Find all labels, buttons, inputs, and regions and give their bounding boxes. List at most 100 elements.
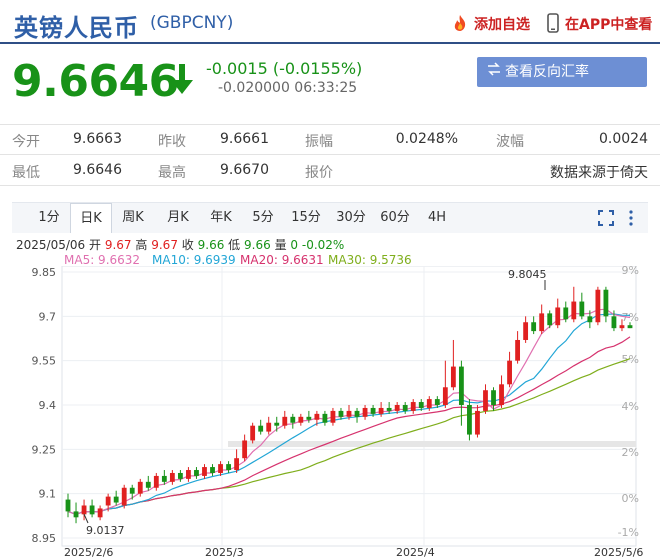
- y-tick-label: 9.85: [32, 266, 57, 279]
- reverse-rate-label: 查看反向汇率 CNYGBP: [487, 64, 589, 110]
- candle-body: [378, 407, 384, 414]
- candle-body: [354, 410, 360, 417]
- candle-body: [218, 464, 223, 473]
- flame-icon: [452, 14, 468, 36]
- reverse-rate-button[interactable]: 查看反向汇率 CNYGBP: [477, 57, 647, 110]
- candle-body: [65, 499, 71, 512]
- high-label: 高: [135, 238, 148, 252]
- tab-30min[interactable]: 30分: [330, 203, 372, 233]
- candle-body: [330, 410, 336, 423]
- add-watchlist-link[interactable]: 添加自选: [474, 14, 530, 34]
- candle-body: [73, 511, 79, 518]
- y-right-tick-label: 7%: [622, 311, 639, 324]
- y-right-tick-label: 2%: [622, 446, 639, 459]
- x-tick-label: 2025/2/6: [64, 546, 113, 559]
- candle-body: [402, 405, 408, 411]
- stat-label: 昨收: [158, 134, 186, 150]
- more-menu-icon[interactable]: [628, 209, 634, 231]
- candle-body: [450, 366, 456, 388]
- candle-body: [169, 472, 175, 482]
- y-tick-label: 9.7: [39, 310, 57, 323]
- current-price: 9.6646: [12, 56, 179, 107]
- candle-body: [186, 470, 191, 479]
- candle-body: [81, 505, 87, 515]
- stat-label: 报价: [305, 165, 333, 181]
- candle-body: [129, 487, 135, 494]
- candle-body: [89, 505, 95, 515]
- candle-body: [362, 407, 368, 417]
- ma30-legend: MA30: 9.5736: [328, 253, 412, 267]
- close-value: 9.66: [197, 238, 225, 252]
- min-pointer: [83, 513, 89, 524]
- candle-body: [282, 416, 288, 426]
- y-right-tick-label: -1%: [618, 526, 639, 539]
- tab-weekly[interactable]: 周K: [112, 203, 154, 233]
- y-right-tick-label: 9%: [622, 266, 639, 277]
- low-label: 低: [228, 238, 241, 252]
- candle-body: [113, 496, 119, 503]
- candle-body: [483, 390, 488, 411]
- min-annotation: 9.0137: [86, 524, 125, 537]
- currency-code: (GBPCNY): [150, 13, 234, 33]
- tab-monthly[interactable]: 月K: [157, 203, 199, 233]
- tab-4h[interactable]: 4H: [416, 203, 458, 233]
- y-tick-label: 9.1: [39, 488, 57, 501]
- stat-label: 振幅: [305, 134, 333, 150]
- y-tick-label: 8.95: [32, 532, 57, 545]
- max-annotation: 9.8045: [508, 268, 547, 281]
- candle-body: [242, 440, 248, 459]
- candle-body: [290, 416, 296, 423]
- candle-body: [539, 313, 545, 332]
- tab-yearly[interactable]: 年K: [200, 203, 242, 233]
- volume-value: 0: [290, 238, 299, 252]
- candle-body: [194, 470, 199, 476]
- candle-body: [467, 405, 472, 435]
- stat-value: 0.0024: [599, 131, 648, 147]
- candle-body: [563, 307, 569, 320]
- stat-label: 最高: [158, 165, 186, 181]
- swap-icon: [487, 57, 501, 87]
- low-value: 9.66: [244, 238, 271, 252]
- volume-label: 量: [274, 238, 287, 252]
- candle-body: [121, 487, 127, 506]
- stat-value: 9.6670: [220, 162, 269, 178]
- tab-15min[interactable]: 15分: [285, 203, 327, 233]
- candle-body: [394, 405, 400, 411]
- candle-body: [145, 481, 151, 488]
- candle-body: [547, 313, 553, 326]
- stats-divider-mid: [0, 154, 660, 155]
- candle-body: [306, 416, 312, 420]
- view-in-app-link[interactable]: 在APP中查看: [565, 14, 652, 34]
- candle-body: [587, 316, 593, 323]
- stat-value: 0.0248%: [395, 131, 458, 147]
- y-tick-label: 9.55: [32, 355, 57, 368]
- stat-value: 9.6661: [220, 131, 269, 147]
- fullscreen-icon[interactable]: [598, 210, 614, 230]
- ma20-legend: MA20: 9.6631: [240, 253, 324, 267]
- candle-body: [177, 472, 183, 479]
- candle-body: [266, 422, 272, 432]
- candle-body: [234, 458, 240, 471]
- candle-body: [153, 475, 159, 488]
- open-label: 开: [89, 238, 102, 252]
- candle-body: [571, 301, 577, 320]
- y-tick-label: 9.4: [39, 399, 57, 412]
- candle-body: [619, 325, 625, 329]
- candle-body: [274, 422, 280, 426]
- candle-body: [322, 413, 328, 423]
- candle-body: [499, 384, 504, 405]
- tab-daily[interactable]: 日K: [70, 203, 112, 233]
- tab-5min[interactable]: 5分: [242, 203, 284, 233]
- tab-1min[interactable]: 1分: [28, 203, 70, 233]
- candle-body: [595, 289, 601, 323]
- price-subline: -0.020000 06:33:25: [218, 80, 358, 96]
- tab-60min[interactable]: 60分: [374, 203, 416, 233]
- candlestick-chart[interactable]: 9.85 9.7 9.55 9.4 9.25 9.1 8.95 9% 7% 5% 4% 2% 0% -1%…: [0, 266, 660, 559]
- close-label: 收: [181, 238, 194, 252]
- candle-body: [579, 301, 585, 317]
- ma10-legend: MA10: 9.6939: [152, 253, 236, 267]
- candle-body: [555, 307, 561, 326]
- candle-body: [426, 399, 432, 408]
- candle-body: [258, 425, 264, 432]
- candle-body: [346, 410, 352, 417]
